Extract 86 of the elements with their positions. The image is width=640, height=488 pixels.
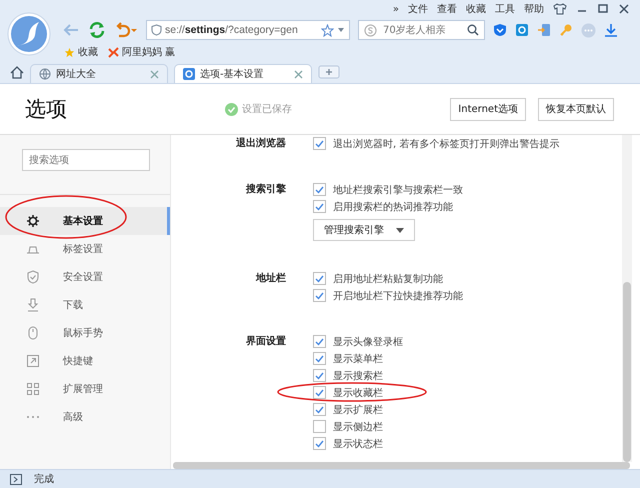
checkbox-label: 显示侧边栏 bbox=[333, 420, 383, 434]
check-icon bbox=[315, 440, 324, 448]
search-bar[interactable]: 70岁老人相亲 bbox=[358, 20, 485, 40]
menu-item[interactable]: 文件 bbox=[408, 2, 428, 16]
checkbox[interactable] bbox=[313, 183, 326, 196]
checkbox-label: 显示扩展栏 bbox=[333, 404, 383, 416]
close-icon[interactable] bbox=[618, 3, 630, 15]
checkbox-label: 显示状态栏 bbox=[333, 438, 383, 450]
shield-icon[interactable] bbox=[493, 23, 507, 37]
undo-icon[interactable] bbox=[114, 22, 138, 38]
section-label: 地址栏 bbox=[254, 272, 287, 286]
maximize-icon[interactable] bbox=[597, 3, 609, 15]
caret-icon[interactable] bbox=[337, 27, 345, 33]
checkbox-label: 显示菜单栏 bbox=[333, 352, 383, 366]
bookmark-item[interactable]: 阿里妈妈 赢 bbox=[108, 45, 176, 59]
checkbox[interactable] bbox=[313, 386, 326, 399]
checkbox-label: 退出浏览器时, 若有多个标签页打开则弹出警告提示 bbox=[333, 138, 560, 150]
globe-icon bbox=[39, 68, 51, 80]
checkbox[interactable] bbox=[313, 289, 326, 302]
search-field[interactable]: 搜索选项 bbox=[22, 149, 150, 171]
status-text: 完成 bbox=[34, 472, 54, 486]
star-icon[interactable] bbox=[321, 24, 334, 36]
header-button[interactable]: Internet选项 bbox=[450, 98, 526, 120]
new-tab-icon[interactable] bbox=[318, 65, 340, 79]
header-button[interactable]: 恢复本页默认 bbox=[538, 98, 614, 120]
shield-icon bbox=[26, 270, 40, 284]
sidebar-toggle-icon[interactable] bbox=[10, 474, 22, 484]
menu-item[interactable]: 收藏 bbox=[466, 2, 486, 16]
search-input[interactable]: 70岁老人相亲 bbox=[381, 24, 463, 36]
browser-tab[interactable]: 选项-基本设置 bbox=[174, 64, 312, 83]
section-label: 搜索引擎 bbox=[244, 182, 287, 197]
menu-item[interactable]: 帮助 bbox=[524, 2, 544, 16]
checkbox[interactable] bbox=[313, 272, 326, 285]
section-label: 界面设置 bbox=[245, 334, 287, 349]
star-icon bbox=[64, 46, 75, 58]
checkbox[interactable] bbox=[313, 352, 326, 365]
checkbox[interactable] bbox=[313, 200, 326, 213]
check-icon bbox=[315, 140, 324, 148]
address-field[interactable]: se://settings/?category=gen bbox=[146, 20, 350, 40]
saved-notice: 设置已保存 bbox=[225, 102, 292, 116]
sidebar-item[interactable]: 安全设置 bbox=[0, 263, 170, 291]
checkbox[interactable] bbox=[313, 437, 326, 450]
refresh-icon[interactable] bbox=[88, 21, 106, 39]
section-label: 退出浏览器 bbox=[235, 136, 287, 151]
horizontal-scrollbar[interactable] bbox=[173, 462, 630, 469]
gear-icon bbox=[26, 214, 40, 228]
checkbox-label: 显示收藏栏 bbox=[333, 386, 383, 400]
search-icon[interactable] bbox=[467, 24, 479, 36]
sidebar-item[interactable]: 鼠标手势 bbox=[0, 319, 170, 347]
checkbox[interactable] bbox=[313, 403, 326, 416]
browser-logo-icon[interactable] bbox=[7, 12, 51, 56]
checkbox-label: 地址栏搜索引擎与搜索栏一致 bbox=[333, 184, 463, 196]
dropdown-button[interactable]: 管理搜索引擎 bbox=[313, 219, 415, 241]
mouse-icon bbox=[26, 326, 40, 340]
menu-item[interactable]: 工具 bbox=[495, 2, 515, 16]
checkbox-label: 显示头像登录框 bbox=[333, 336, 403, 348]
check-circle-icon bbox=[225, 102, 238, 116]
menu-item[interactable]: » bbox=[392, 4, 399, 14]
shirt-icon[interactable] bbox=[553, 3, 567, 15]
shield-icon bbox=[151, 24, 162, 36]
sidebar-item[interactable]: 标签设置 bbox=[0, 235, 170, 263]
checkbox-label: 启用搜索栏的热词推荐功能 bbox=[333, 200, 453, 214]
home-icon[interactable] bbox=[10, 66, 24, 79]
sidebar-item[interactable]: 扩展管理 bbox=[0, 375, 170, 403]
browser-tab[interactable]: 网址大全 bbox=[30, 64, 168, 83]
sidebar-item[interactable]: 快捷键 bbox=[0, 347, 170, 375]
vertical-scrollbar[interactable] bbox=[622, 135, 632, 462]
shortcut-icon bbox=[26, 354, 40, 368]
checkbox-label: 显示搜索栏 bbox=[333, 370, 383, 382]
checkbox[interactable] bbox=[313, 335, 326, 348]
bookmark-item[interactable]: 收藏 bbox=[64, 45, 98, 59]
checkbox[interactable] bbox=[313, 137, 326, 150]
download-icon bbox=[26, 298, 40, 312]
caret-icon bbox=[396, 228, 404, 232]
sidebar-item[interactable]: 基本设置 bbox=[0, 207, 170, 235]
download-icon[interactable] bbox=[604, 23, 618, 37]
grid-icon bbox=[26, 382, 40, 396]
checkbox-label: 启用地址栏粘贴复制功能 bbox=[333, 272, 443, 286]
menu-item[interactable]: 查看 bbox=[437, 2, 457, 16]
search-engine-icon bbox=[364, 24, 377, 36]
checkbox[interactable] bbox=[313, 420, 326, 433]
checkbox-label: 开启地址栏下拉快捷推荐功能 bbox=[333, 290, 463, 302]
page-title: 选项 bbox=[25, 96, 68, 123]
sidebar-item[interactable]: 高级 bbox=[0, 403, 170, 431]
checkbox[interactable] bbox=[313, 369, 326, 382]
sidebar-item[interactable]: 下载 bbox=[0, 291, 170, 319]
